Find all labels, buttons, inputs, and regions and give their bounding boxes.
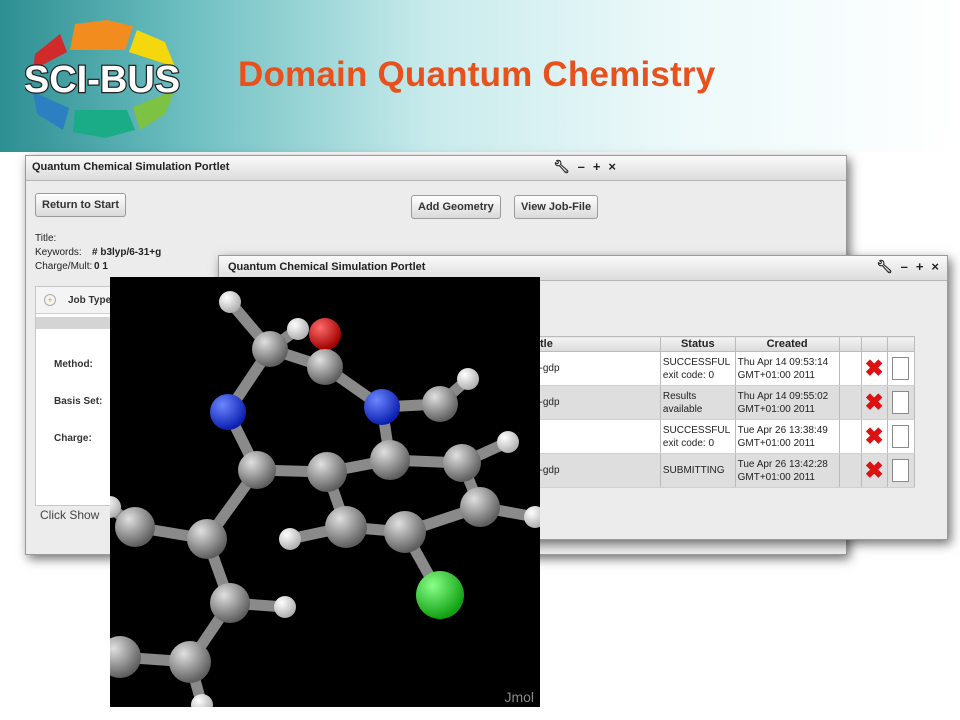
job-status: Results available [660, 385, 736, 420]
hydrogen-atom [287, 318, 309, 340]
status-column-header[interactable]: Status [659, 336, 736, 352]
nitrogen-atom [364, 389, 400, 425]
logo-segment [70, 20, 133, 50]
view-job-file-button[interactable]: View Job-File [514, 195, 599, 219]
hydrogen-atom [524, 506, 540, 528]
carbon-atom [307, 452, 347, 492]
delete-icon[interactable]: ✖ [864, 390, 883, 413]
carbon-atom [370, 440, 410, 480]
delete-icon[interactable]: ✖ [864, 356, 883, 379]
keywords-value: # b3lyp/6-31+g [92, 247, 162, 258]
expand-icon[interactable]: + [44, 294, 56, 306]
jmol-molecule-viewer[interactable]: Jmol [110, 277, 540, 707]
portlet-back-title: Quantum Chemical Simulation Portlet [32, 161, 230, 173]
wrench-icon[interactable]: 🔧︎ [876, 259, 893, 274]
maximize-icon[interactable]: + [916, 259, 924, 274]
portlet-back-controls: 🔧︎ – + × [545, 159, 616, 175]
portlet-front-title: Quantum Chemical Simulation Portlet [228, 261, 426, 273]
document-icon[interactable] [892, 425, 910, 448]
carbon-atom [307, 349, 343, 385]
header-banner: SCI-BUS Domain Quantum Chemistry [0, 0, 960, 152]
document-icon[interactable] [892, 459, 910, 482]
minimize-icon[interactable]: – [578, 159, 585, 174]
oxygen-atom [309, 318, 341, 350]
method-label: Method: [54, 359, 93, 370]
carbon-atom [252, 331, 288, 367]
portlet-front-controls: 🔧︎ – + × [868, 259, 939, 275]
document-icon[interactable] [892, 357, 910, 380]
footer-hint: Click Show [40, 508, 100, 522]
job-created: Thu Apr 14 09:53:14 GMT+01:00 2011 [735, 351, 840, 386]
maximize-icon[interactable]: + [593, 159, 601, 174]
charge-label: Charge: [54, 433, 92, 444]
page-title: Domain Quantum Chemistry [238, 55, 716, 94]
job-created: Tue Apr 26 13:42:28 GMT+01:00 2011 [735, 453, 840, 488]
carbon-atom [384, 511, 426, 553]
hydrogen-atom [497, 431, 519, 453]
carbon-atom [187, 519, 227, 559]
hydrogen-atom [274, 596, 296, 618]
jmol-label: Jmol [504, 689, 534, 705]
carbon-atom [422, 386, 458, 422]
logo-text: SCI-BUS [25, 59, 180, 101]
job-status: SUCCESSFUL exit code: 0 [660, 419, 736, 454]
created-column-header[interactable]: Created [734, 336, 840, 352]
job-status: SUBMITTING [660, 453, 736, 488]
carbon-atom [115, 507, 155, 547]
hydrogen-atom [279, 528, 301, 550]
carbon-atom [169, 641, 211, 683]
add-geometry-button[interactable]: Add Geometry [411, 195, 501, 219]
carbon-atom [460, 487, 500, 527]
close-icon[interactable]: × [608, 159, 616, 174]
wrench-icon[interactable]: 🔧︎ [553, 159, 570, 174]
return-to-start-button[interactable]: Return to Start [35, 193, 126, 217]
delete-icon[interactable]: ✖ [864, 458, 883, 481]
carbon-atom [110, 636, 141, 678]
nitrogen-atom [210, 394, 246, 430]
delete-icon[interactable]: ✖ [864, 424, 883, 447]
carbon-atom [238, 451, 276, 489]
logo-segment [73, 110, 135, 138]
job-type-label: Job Type [68, 295, 112, 306]
sci-bus-logo: SCI-BUS [25, 20, 180, 138]
document-icon[interactable] [892, 391, 910, 414]
carbon-atom [443, 444, 481, 482]
molecule-render[interactable] [110, 277, 540, 707]
carbon-atom [325, 506, 367, 548]
job-status: SUCCESSFUL exit code: 0 [660, 351, 736, 386]
portlet-back-header: Quantum Chemical Simulation Portlet 🔧︎ – +… [26, 156, 846, 181]
hydrogen-atom [457, 368, 479, 390]
hydrogen-atom [219, 291, 241, 313]
job-created: Thu Apr 14 09:55:02 GMT+01:00 2011 [735, 385, 840, 420]
charge-mult-label: Charge/Mult: [35, 261, 93, 272]
atoms [110, 291, 540, 707]
charge-mult-value: 0 1 [94, 261, 108, 272]
job-created: Tue Apr 26 13:38:49 GMT+01:00 2011 [735, 419, 840, 454]
title-label: Title: [35, 233, 57, 244]
minimize-icon[interactable]: – [901, 259, 908, 274]
chlorine-atom [416, 571, 464, 619]
keywords-label: Keywords: [35, 247, 82, 258]
carbon-atom [210, 583, 250, 623]
basis-set-label: Basis Set: [54, 396, 103, 407]
close-icon[interactable]: × [931, 259, 939, 274]
